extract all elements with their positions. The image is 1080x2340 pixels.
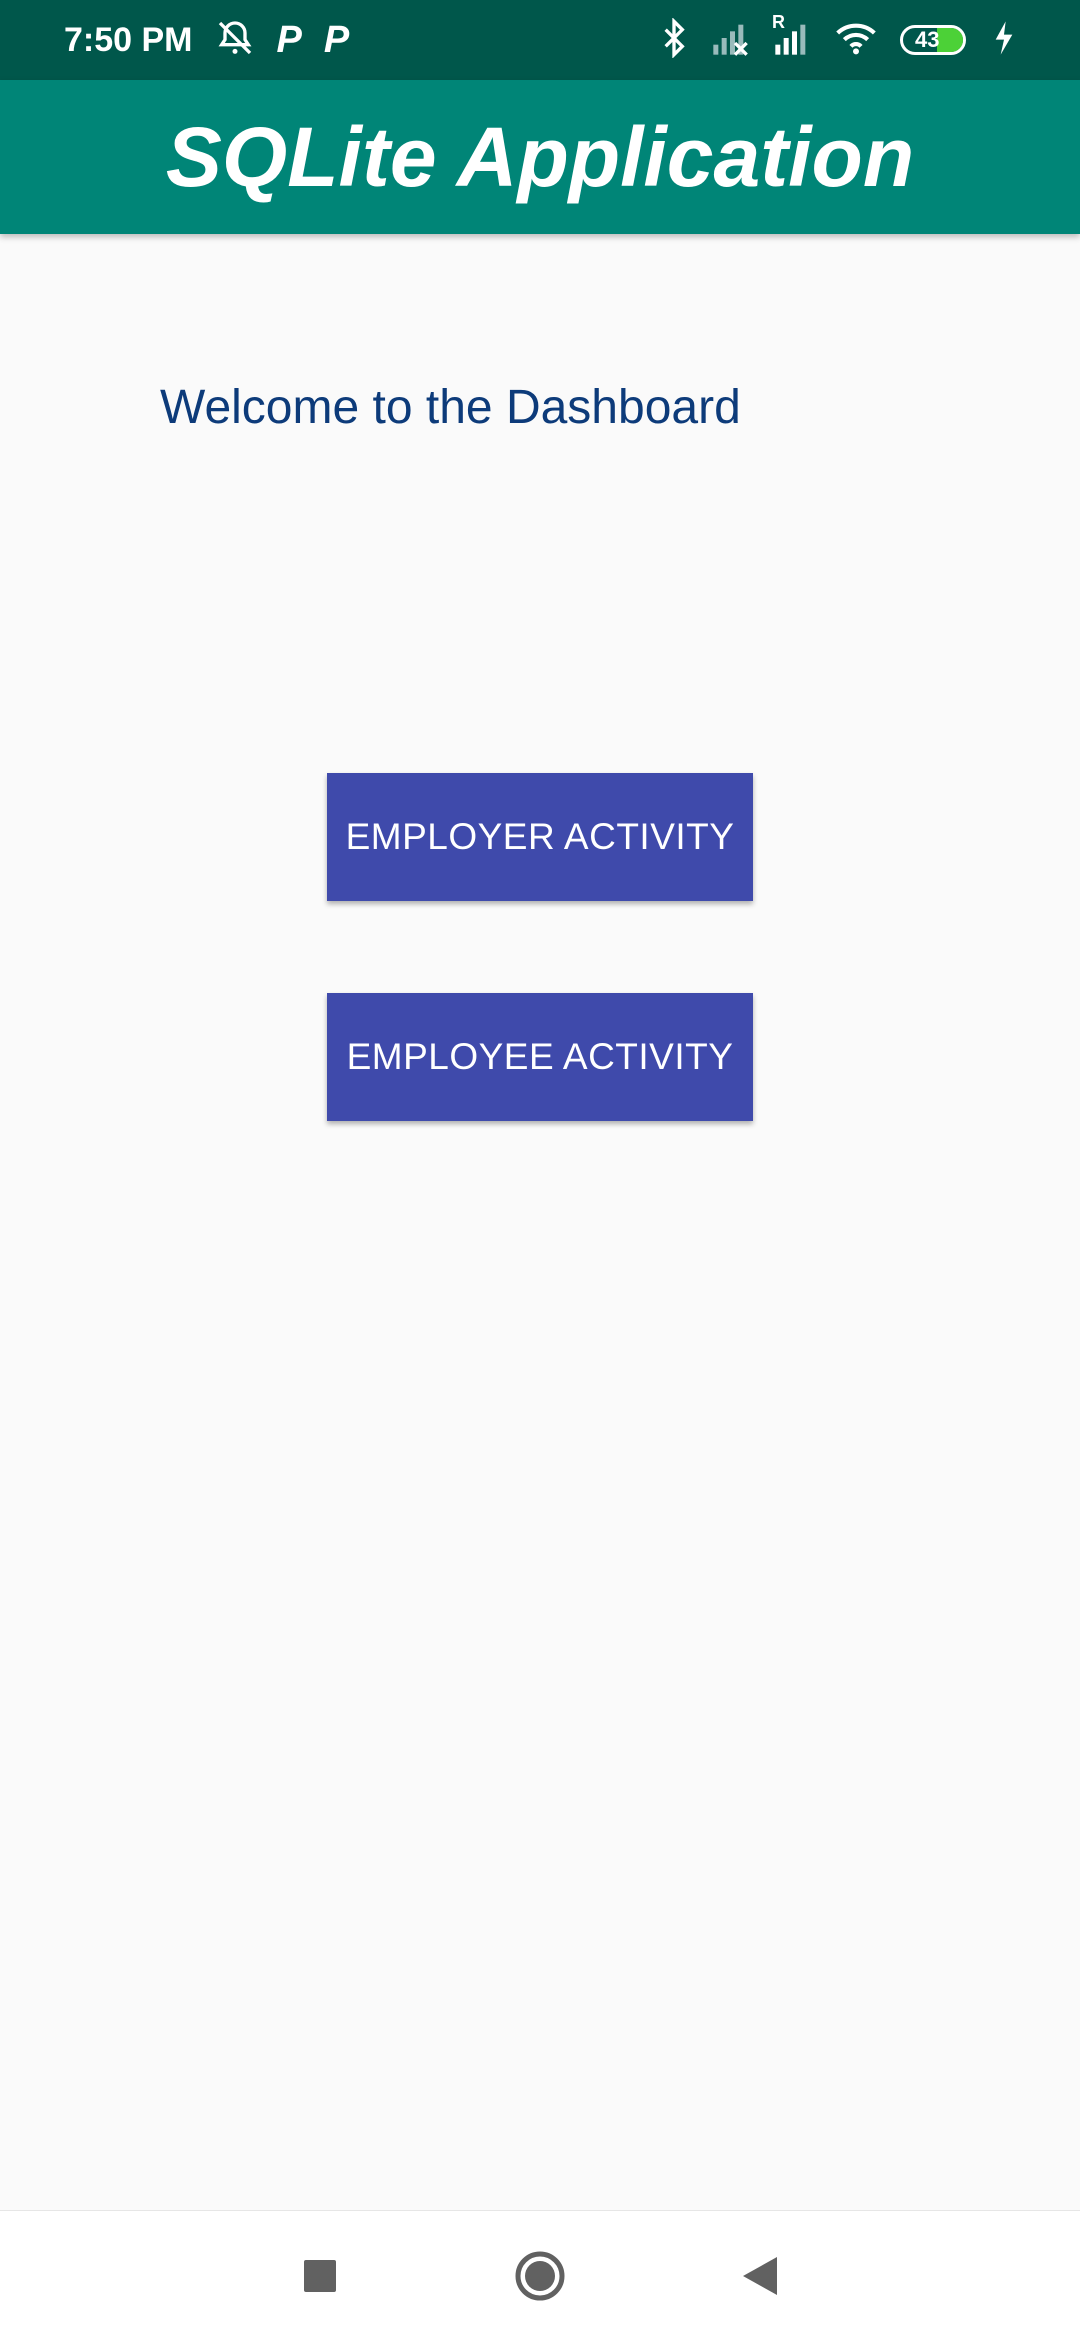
battery-fill xyxy=(937,28,963,52)
alarm-off-icon xyxy=(215,18,255,63)
signal-roaming-icon: R xyxy=(772,12,812,63)
employer-activity-button[interactable]: EMPLOYER ACTIVITY xyxy=(327,773,753,901)
bluetooth-icon xyxy=(660,16,688,63)
p-icon: P xyxy=(323,18,350,61)
navigation-bar xyxy=(0,2210,1080,2340)
battery-icon: 43 xyxy=(900,25,966,55)
roaming-label: R xyxy=(772,11,785,32)
wifi-icon xyxy=(834,18,878,63)
back-icon xyxy=(743,2256,777,2295)
status-right: R 43 xyxy=(660,12,1020,63)
home-button[interactable] xyxy=(505,2241,575,2311)
welcome-text: Welcome to the Dashboard xyxy=(160,381,741,434)
app-bar: SQLite Application xyxy=(0,80,1080,234)
back-button[interactable] xyxy=(725,2241,795,2311)
status-bar: 7:50 PM P P R 43 xyxy=(0,0,1080,80)
recents-button[interactable] xyxy=(285,2241,355,2311)
battery-level: 43 xyxy=(915,27,940,52)
recents-icon xyxy=(304,2259,336,2292)
status-time: 7:50 PM xyxy=(64,20,193,59)
charging-icon xyxy=(988,18,1020,63)
p-icon: P xyxy=(276,18,302,61)
status-left: 7:50 PM P P xyxy=(64,18,349,63)
app-title: SQLite Application xyxy=(165,109,915,204)
signal-icon xyxy=(710,18,750,63)
employee-activity-button[interactable]: EMPLOYEE ACTIVITY xyxy=(327,993,753,1121)
home-icon xyxy=(515,2251,565,2300)
